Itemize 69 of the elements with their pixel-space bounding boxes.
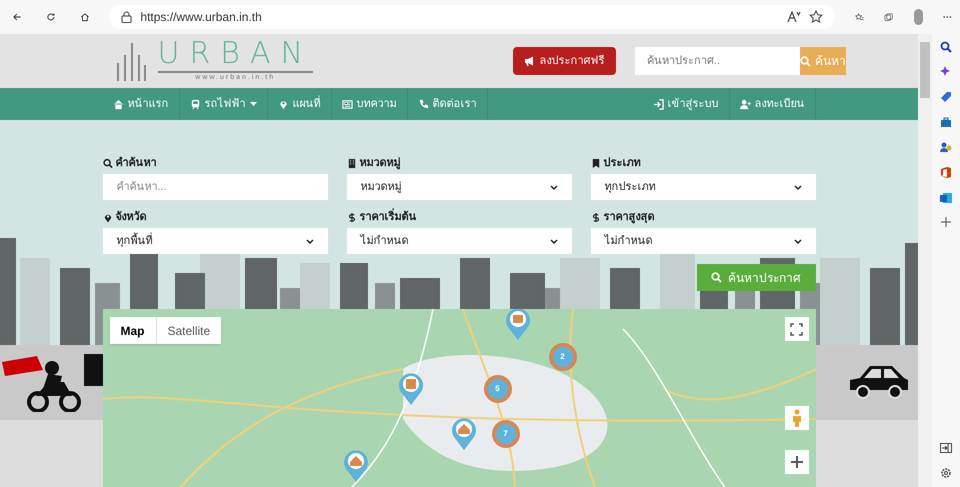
field-label: ราคาสูงสุด <box>604 210 654 226</box>
keyword-field[interactable]: คำค้นหา... <box>102 174 328 200</box>
settings-icon[interactable] <box>940 467 952 479</box>
dollar-icon <box>590 212 600 222</box>
field-label: หมวดหมู่ <box>360 156 400 172</box>
star-add-icon[interactable] <box>809 10 824 24</box>
select-field[interactable]: หมวดหมู่ <box>346 174 572 200</box>
megaphone-icon <box>524 56 536 66</box>
newspaper-icon <box>342 98 352 110</box>
post-free-button[interactable]: ลงประกาศฟรี <box>512 47 616 75</box>
tag-icon[interactable] <box>940 91 952 103</box>
url-text: https://www.urban.in.th <box>140 9 263 26</box>
search-icon <box>102 158 112 168</box>
address-bar[interactable]: https://www.urban.in.th <box>109 5 836 29</box>
search-icon <box>800 56 811 66</box>
select-field[interactable]: ทุกประเภท <box>590 174 816 200</box>
plus-icon[interactable] <box>941 217 951 227</box>
zoom-in-button[interactable] <box>784 450 808 474</box>
login-icon <box>652 98 664 110</box>
select-field[interactable]: ไม่กำหนด <box>590 228 816 254</box>
read-aloud-icon[interactable] <box>787 11 802 23</box>
field-label: ประเภท <box>604 156 640 171</box>
field-label: คำค้นหา <box>116 156 156 171</box>
profile-avatar[interactable] <box>914 9 924 25</box>
pegman-icon <box>792 409 802 427</box>
user-plus-icon <box>740 98 750 110</box>
field-label: ราคาเริ่มต้น <box>360 208 416 226</box>
office-icon[interactable] <box>940 166 952 179</box>
train-icon <box>190 98 200 110</box>
header-search-button[interactable]: ค้นหา <box>800 47 846 75</box>
map-marker-icon[interactable] <box>504 309 530 340</box>
dollar-icon <box>346 212 356 222</box>
chevron-down-icon <box>794 238 802 244</box>
header-search-field[interactable]: ค้นหาประกาศ.. <box>634 47 800 75</box>
home-icon <box>112 98 124 110</box>
mail-icon[interactable] <box>940 192 952 204</box>
building-icon <box>346 158 356 168</box>
fullscreen-button[interactable] <box>784 317 808 341</box>
chevron-down-icon <box>306 238 314 244</box>
map-marker-icon[interactable] <box>398 372 424 405</box>
logo-wordmark: URBAN <box>158 38 313 73</box>
map-marker-icon[interactable] <box>342 449 368 482</box>
chevron-down-icon <box>550 184 558 190</box>
select-field[interactable]: ไม่กำหนด <box>346 228 572 254</box>
logo-bars-icon <box>116 41 146 81</box>
chevron-down-icon <box>794 184 802 190</box>
panel-icon[interactable] <box>940 442 952 454</box>
search-listings-button[interactable]: ค้นหาประกาศ <box>696 264 816 291</box>
phone-icon <box>418 98 428 110</box>
map-type-tab[interactable]: Map <box>110 317 156 344</box>
map-view[interactable]: Map Satellite 2 5 7 <box>102 309 816 487</box>
search-icon <box>711 272 722 283</box>
marker-cluster[interactable]: 2 <box>548 343 576 371</box>
fullscreen-icon <box>790 322 803 336</box>
location-pin-icon <box>278 98 288 110</box>
people-icon[interactable] <box>940 141 952 153</box>
lock-icon <box>121 11 132 23</box>
sparkle-icon[interactable] <box>940 66 952 78</box>
search-icon[interactable] <box>940 41 952 53</box>
more-icon[interactable] <box>943 15 952 19</box>
chevron-down-icon <box>550 238 558 244</box>
select-field[interactable]: ทุกพื้นที่ <box>102 228 328 254</box>
plus-icon <box>790 456 802 468</box>
map-marker-icon[interactable] <box>450 417 476 450</box>
map-type-tab[interactable]: Satellite <box>156 317 222 344</box>
field-label: จังหวัด <box>116 210 146 225</box>
bookmark-icon <box>590 158 600 168</box>
toolbox-icon[interactable] <box>940 116 952 128</box>
scrollbar[interactable] <box>918 34 932 487</box>
